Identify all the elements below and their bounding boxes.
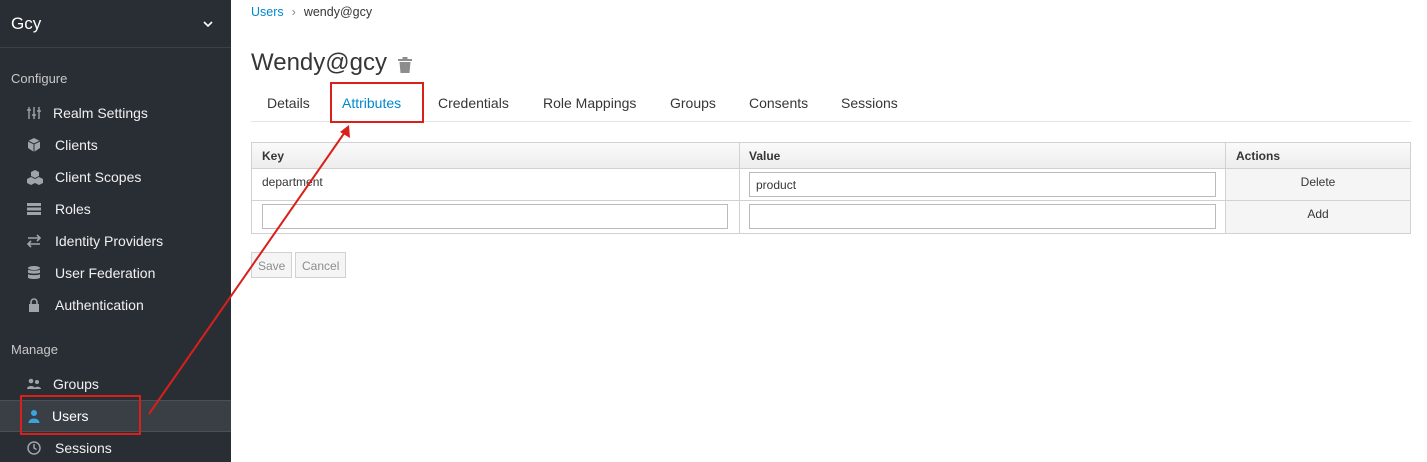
clock-icon	[26, 440, 42, 456]
sidebar-item-identity-providers[interactable]: Identity Providers	[0, 225, 231, 257]
sidebar-item-user-federation[interactable]: User Federation	[0, 257, 231, 289]
manage-section-label: Manage	[11, 342, 58, 357]
sliders-icon	[26, 105, 42, 121]
cubes-icon	[26, 169, 43, 185]
exchange-icon	[26, 233, 42, 249]
value-cell	[740, 169, 1226, 200]
column-header-actions: Actions	[1236, 149, 1281, 163]
tab-sessions[interactable]: Sessions	[841, 95, 898, 111]
add-button[interactable]: Add	[1226, 201, 1410, 233]
tab-bar: Details Attributes Credentials Role Mapp…	[251, 87, 1411, 122]
trash-icon[interactable]	[397, 56, 413, 74]
users-icon	[26, 376, 42, 392]
configure-section-label: Configure	[11, 71, 68, 86]
save-button[interactable]: Save	[251, 252, 293, 278]
cancel-button[interactable]: Cancel	[295, 252, 347, 278]
table-row: department Delete	[252, 169, 1410, 201]
tab-role-mappings[interactable]: Role Mappings	[543, 95, 636, 111]
sidebar-item-label: User Federation	[55, 265, 156, 281]
table-header-row: Key Value Actions	[252, 143, 1410, 169]
sidebar-item-label: Identity Providers	[55, 233, 164, 249]
attribute-key: department	[262, 175, 323, 189]
column-header-value: Value	[740, 143, 1226, 168]
sidebar-item-label: Clients	[55, 137, 98, 153]
table-row-new: Add	[252, 201, 1410, 233]
realm-selector[interactable]: Gcy	[0, 0, 231, 48]
database-icon	[26, 265, 42, 281]
cube-icon	[26, 137, 42, 153]
sidebar-item-sessions[interactable]: Sessions	[0, 432, 231, 462]
breadcrumb: Users › wendy@gcy	[251, 5, 372, 19]
tab-consents[interactable]: Consents	[749, 95, 808, 111]
attributes-table: Key Value Actions department Delete	[251, 142, 1411, 234]
delete-button[interactable]: Delete	[1226, 169, 1410, 200]
sidebar-item-label: Roles	[55, 201, 91, 217]
sidebar-item-realm-settings[interactable]: Realm Settings	[0, 97, 231, 129]
lock-icon	[26, 297, 42, 313]
attributes-tab-highlight	[330, 82, 424, 123]
chevron-down-icon	[203, 19, 213, 29]
sidebar-item-roles[interactable]: Roles	[0, 193, 231, 225]
app-window: Gcy Configure Realm Settings Clients Cli…	[0, 0, 1427, 462]
key-cell: department	[252, 169, 740, 200]
sidebar-item-client-scopes[interactable]: Client Scopes	[0, 161, 231, 193]
list-icon	[26, 201, 42, 217]
value-cell	[740, 201, 1226, 233]
sidebar-item-clients[interactable]: Clients	[0, 129, 231, 161]
attribute-value-input[interactable]	[749, 172, 1216, 197]
breadcrumb-separator: ›	[291, 5, 296, 19]
realm-name: Gcy	[11, 13, 42, 33]
sidebar-item-label: Client Scopes	[55, 169, 142, 185]
sidebar: Gcy Configure Realm Settings Clients Cli…	[0, 0, 231, 462]
page-title: Wendy@gcy	[251, 49, 387, 76]
new-value-input[interactable]	[749, 204, 1216, 229]
column-header-key: Key	[252, 143, 740, 168]
new-key-input[interactable]	[262, 204, 728, 229]
breadcrumb-users-link[interactable]: Users	[251, 5, 284, 19]
breadcrumb-current: wendy@gcy	[303, 5, 373, 19]
users-item-highlight	[20, 395, 141, 435]
key-cell	[252, 201, 740, 233]
sidebar-item-label: Sessions	[55, 440, 112, 456]
tab-credentials[interactable]: Credentials	[438, 95, 509, 111]
sidebar-item-label: Groups	[53, 376, 99, 392]
sidebar-item-authentication[interactable]: Authentication	[0, 289, 231, 321]
tab-groups[interactable]: Groups	[670, 95, 716, 111]
tab-details[interactable]: Details	[267, 95, 310, 111]
sidebar-item-label: Authentication	[55, 297, 144, 313]
sidebar-item-label: Realm Settings	[53, 105, 148, 121]
